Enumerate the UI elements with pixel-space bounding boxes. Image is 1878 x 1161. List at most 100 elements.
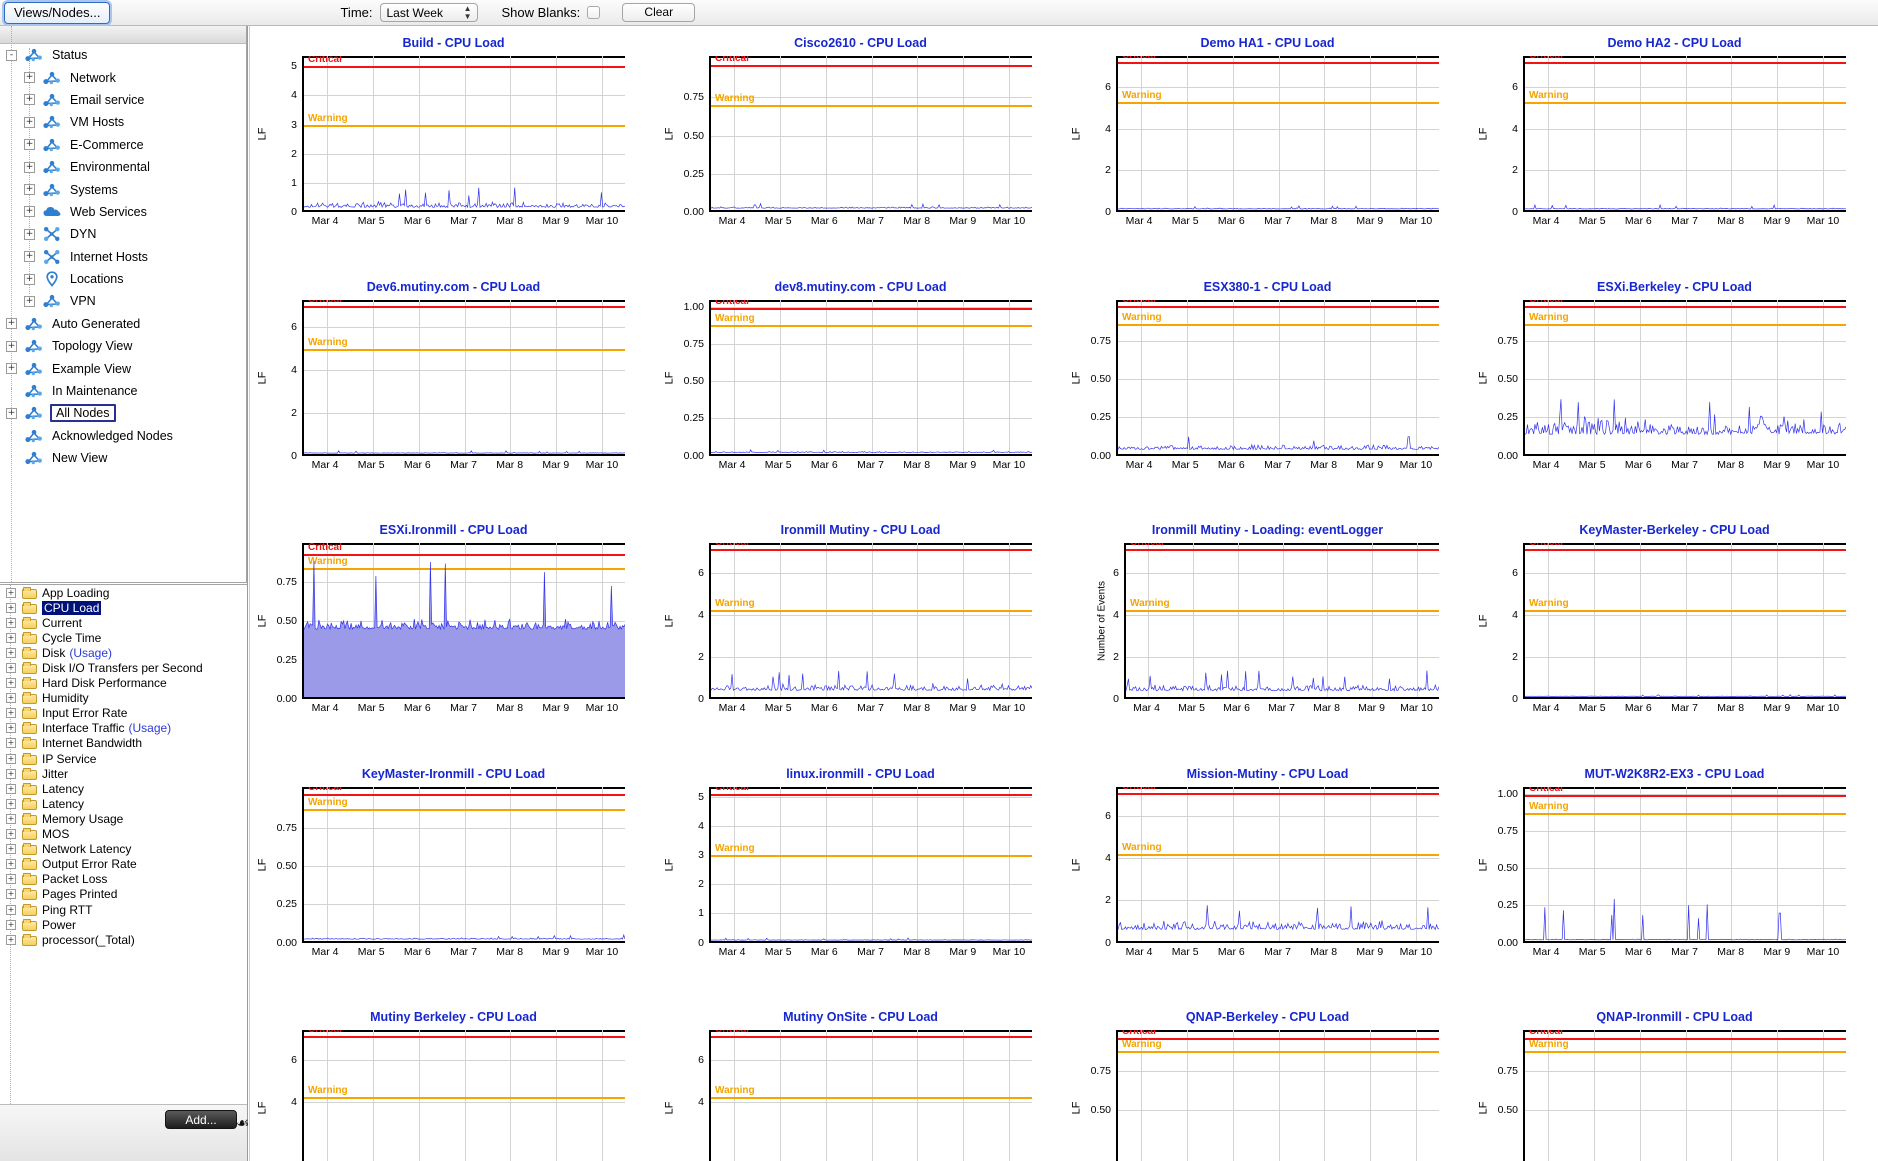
expand-icon[interactable]: + xyxy=(24,161,35,173)
expand-icon[interactable]: + xyxy=(6,723,16,734)
chart-panel[interactable]: ESXi.Ironmill - CPU Load LF 0.00 0.25 0.50 0.… xyxy=(250,515,657,759)
chart-panel[interactable]: Mutiny Berkeley - CPU LoadLF46CriticalWa… xyxy=(250,1002,657,1161)
folder-item-pages-printed[interactable]: + Pages Printed xyxy=(0,887,247,902)
expand-icon[interactable]: + xyxy=(24,251,35,263)
expand-icon[interactable]: + xyxy=(6,813,16,824)
chart-panel[interactable]: KeyMaster-Ironmill - CPU Load LF 0.00 0.25 0… xyxy=(250,759,657,1003)
chart-panel[interactable]: ESX380-1 - CPU LoadLF0.000.250.500.75Cri… xyxy=(1064,272,1471,516)
expand-icon[interactable]: + xyxy=(6,617,16,628)
collapse-icon[interactable]: - xyxy=(6,49,17,61)
folder-item-app-loading[interactable]: + App Loading xyxy=(0,585,247,600)
expand-icon[interactable]: + xyxy=(6,647,16,658)
chart-panel[interactable]: MUT-W2K8R2-EX3 - CPU Load LF 0.00 0.25 0.50 0… xyxy=(1471,759,1878,1003)
tree-item-topology-view[interactable]: + Topology View xyxy=(0,335,246,357)
tree-item-environmental[interactable]: + Environmental xyxy=(0,156,246,178)
expand-icon[interactable]: + xyxy=(6,738,16,749)
folder-item-disk[interactable]: + Disk (Usage) xyxy=(0,645,247,660)
folder-item-packet-loss[interactable]: + Packet Loss xyxy=(0,872,247,887)
chart-panel[interactable]: Mutiny OnSite - CPU LoadLF46CriticalWarn… xyxy=(657,1002,1064,1161)
folder-item-input-error-rate[interactable]: + Input Error Rate xyxy=(0,706,247,721)
expand-icon[interactable]: + xyxy=(24,72,35,84)
expand-icon[interactable]: + xyxy=(6,678,16,689)
folder-item-output-error-rate[interactable]: + Output Error Rate xyxy=(0,857,247,872)
chart-panel[interactable]: Mission-Mutiny - CPU LoadLF0246CriticalW… xyxy=(1064,759,1471,1003)
expand-icon[interactable]: + xyxy=(24,273,35,285)
chart-panel[interactable]: Build - CPU Load LF 0 1 2 3 4 5 Critical Warning M… xyxy=(250,28,657,272)
folder-item-interface-traffic[interactable]: + Interface Traffic (Usage) xyxy=(0,721,247,736)
expand-icon[interactable]: + xyxy=(6,859,16,870)
expand-icon[interactable]: + xyxy=(24,139,35,151)
metrics-folder-panel[interactable]: + App Loading + CPU Load + Current + Cycle Time… xyxy=(0,584,247,1104)
expand-icon[interactable]: + xyxy=(6,407,17,419)
expand-icon[interactable]: + xyxy=(6,663,16,674)
time-range-select[interactable]: Last Week ▲ ▼ xyxy=(379,3,478,22)
chart-panel[interactable]: Dev6.mutiny.com - CPU LoadLF0246Critical… xyxy=(250,272,657,516)
expand-icon[interactable]: + xyxy=(24,184,35,196)
chart-panel[interactable]: Ironmill Mutiny - Loading: eventLogger Nu… xyxy=(1064,515,1471,759)
expand-icon[interactable]: + xyxy=(6,829,16,840)
tree-item-vpn[interactable]: + VPN xyxy=(0,290,246,312)
expand-icon[interactable]: + xyxy=(24,94,35,106)
tree-item-status[interactable]: - Status xyxy=(0,44,246,66)
clear-button[interactable]: Clear xyxy=(622,3,696,22)
tree-item-all-nodes[interactable]: + All Nodes xyxy=(0,402,246,424)
tree-item-dyn[interactable]: + DYN xyxy=(0,223,246,245)
expand-icon[interactable]: + xyxy=(6,708,16,719)
tree-item-email-service[interactable]: + Email service xyxy=(0,89,246,111)
folder-item-disk-i-o-transfers-per-second[interactable]: + Disk I/O Transfers per Second xyxy=(0,660,247,675)
chart-panel[interactable]: Cisco2610 - CPU Load LF 0.00 0.25 0.50 0.75 Cr… xyxy=(657,28,1064,272)
tree-item-auto-generated[interactable]: + Auto Generated xyxy=(0,313,246,335)
expand-icon[interactable]: + xyxy=(6,693,16,704)
chart-panel[interactable]: linux.ironmill - CPU Load LF 0 1 2 3 4 5 Critica… xyxy=(657,759,1064,1003)
chart-panel[interactable]: QNAP-Berkeley - CPU Load LF 0.50 0.75 Critic… xyxy=(1064,1002,1471,1161)
show-blanks-checkbox[interactable] xyxy=(587,6,601,19)
folder-item-mos[interactable]: + MOS xyxy=(0,827,247,842)
folder-item-humidity[interactable]: + Humidity xyxy=(0,691,247,706)
folder-item-memory-usage[interactable]: + Memory Usage xyxy=(0,811,247,826)
chart-panel[interactable]: Ironmill Mutiny - CPU LoadLF0246Critical… xyxy=(657,515,1064,759)
expand-icon[interactable]: + xyxy=(6,798,16,809)
expand-icon[interactable]: + xyxy=(6,602,16,613)
expand-icon[interactable]: + xyxy=(6,632,16,643)
folder-item-current[interactable]: + Current xyxy=(0,615,247,630)
views-tree-panel[interactable]: - Status + Network + Email service + VM Hosts + E… xyxy=(0,26,247,583)
expand-icon[interactable]: + xyxy=(24,116,35,128)
folder-item-processor-total-[interactable]: + processor(_Total) xyxy=(0,932,247,947)
tree-item-e-commerce[interactable]: + E-Commerce xyxy=(0,134,246,156)
folder-item-cpu-load[interactable]: + CPU Load xyxy=(0,600,247,615)
tree-item-systems[interactable]: + Systems xyxy=(0,178,246,200)
tree-item-new-view[interactable]: · New View xyxy=(0,447,246,469)
folder-item-ip-service[interactable]: + IP Service xyxy=(0,751,247,766)
add-button[interactable]: Add... xyxy=(165,1110,237,1129)
expand-icon[interactable]: + xyxy=(6,934,16,945)
tree-item-web-services[interactable]: + Web Services xyxy=(0,201,246,223)
folder-item-jitter[interactable]: + Jitter xyxy=(0,766,247,781)
tree-item-locations[interactable]: + Locations xyxy=(0,268,246,290)
expand-icon[interactable]: + xyxy=(6,783,16,794)
chart-panel[interactable]: QNAP-Ironmill - CPU Load LF 0.50 0.75 Critic… xyxy=(1471,1002,1878,1161)
chart-panel[interactable]: Demo HA2 - CPU LoadLF0246CriticalWarning… xyxy=(1471,28,1878,272)
folder-item-power[interactable]: + Power xyxy=(0,917,247,932)
expand-icon[interactable]: + xyxy=(6,340,17,352)
folder-item-ping-rtt[interactable]: + Ping RTT xyxy=(0,902,247,917)
expand-icon[interactable]: + xyxy=(6,753,16,764)
chart-panel[interactable]: dev8.mutiny.com - CPU Load LF 0.00 0.25 0.50… xyxy=(657,272,1064,516)
charts-scroll-area[interactable]: Build - CPU Load LF 0 1 2 3 4 5 Critical Warning M… xyxy=(249,26,1878,1161)
tree-item-in-maintenance[interactable]: · In Maintenance xyxy=(0,380,246,402)
folder-item-latency[interactable]: + Latency xyxy=(0,781,247,796)
tree-item-vm-hosts[interactable]: + VM Hosts xyxy=(0,111,246,133)
folder-item-hard-disk-performance[interactable]: + Hard Disk Performance xyxy=(0,676,247,691)
expand-icon[interactable]: + xyxy=(6,904,16,915)
chart-panel[interactable]: ESXi.Berkeley - CPU Load LF 0.00 0.25 0.50 0.… xyxy=(1471,272,1878,516)
folder-item-cycle-time[interactable]: + Cycle Time xyxy=(0,630,247,645)
expand-icon[interactable]: + xyxy=(24,295,35,307)
tree-item-acknowledged-nodes[interactable]: · Acknowledged Nodes xyxy=(0,425,246,447)
chart-panel[interactable]: Demo HA1 - CPU LoadLF0246CriticalWarning… xyxy=(1064,28,1471,272)
expand-icon[interactable]: + xyxy=(6,768,16,779)
expand-icon[interactable]: + xyxy=(6,844,16,855)
views-nodes-button[interactable]: Views/Nodes... xyxy=(4,1,111,24)
tree-item-example-view[interactable]: + Example View xyxy=(0,357,246,379)
expand-icon[interactable]: + xyxy=(6,889,16,900)
tree-item-internet-hosts[interactable]: + Internet Hosts xyxy=(0,246,246,268)
expand-icon[interactable]: + xyxy=(6,318,17,330)
